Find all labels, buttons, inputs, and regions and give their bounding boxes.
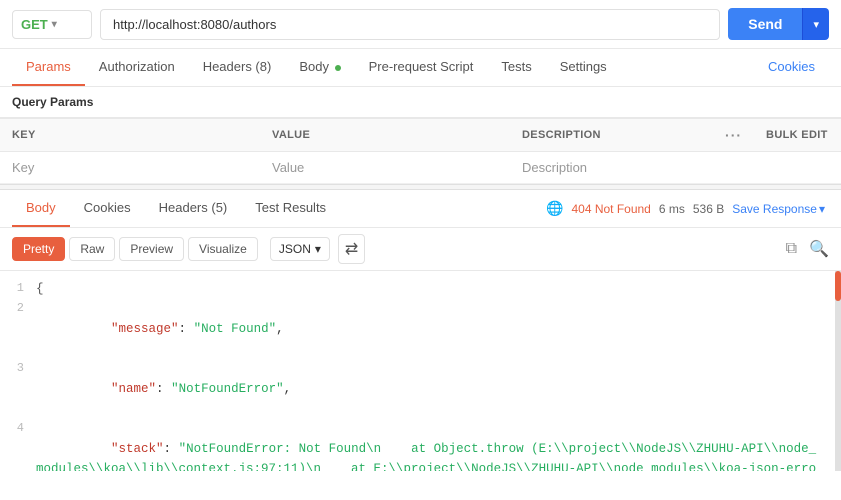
- save-response-button[interactable]: Save Response ▾: [732, 202, 825, 216]
- globe-icon: 🌐: [546, 200, 563, 217]
- code-line-2: 2 "message": "Not Found",: [0, 299, 841, 359]
- param-key-input[interactable]: [12, 160, 248, 175]
- line-number: 1: [0, 279, 36, 298]
- tab-settings[interactable]: Settings: [546, 49, 621, 86]
- scroll-thumb[interactable]: [835, 271, 841, 301]
- param-desc-input[interactable]: [522, 160, 701, 175]
- line-number: 3: [0, 359, 36, 378]
- send-button-group: Send ▾: [728, 8, 829, 40]
- param-key-cell[interactable]: [0, 152, 260, 184]
- param-value-input[interactable]: [272, 160, 498, 175]
- params-table: KEY VALUE DESCRIPTION ··· Bulk Edit: [0, 118, 841, 184]
- json-chevron-icon: ▾: [315, 242, 321, 256]
- visualize-button[interactable]: Visualize: [188, 237, 258, 261]
- request-tabs: Params Authorization Headers (8) Body Pr…: [0, 49, 841, 87]
- col-header-value: VALUE: [260, 119, 510, 152]
- line-number: 2: [0, 299, 36, 318]
- col-header-dots: ···: [713, 119, 754, 152]
- format-bar: Pretty Raw Preview Visualize JSON ▾ ⇄ ⧉ …: [0, 228, 841, 271]
- pretty-button[interactable]: Pretty: [12, 237, 65, 261]
- response-size: 536 B: [693, 202, 724, 216]
- line-content: "stack": "NotFoundError: Not Found\n at …: [36, 419, 841, 471]
- response-tab-test-results[interactable]: Test Results: [241, 190, 340, 227]
- send-button[interactable]: Send: [728, 8, 802, 40]
- response-tabs: Body Cookies Headers (5) Test Results 🌐 …: [0, 190, 841, 228]
- more-options-icon[interactable]: ···: [725, 127, 742, 143]
- tab-tests[interactable]: Tests: [487, 49, 545, 86]
- copy-icon[interactable]: ⧉: [786, 240, 797, 258]
- table-header-row: KEY VALUE DESCRIPTION ··· Bulk Edit: [0, 119, 841, 152]
- col-header-key: KEY: [0, 119, 260, 152]
- line-number: 4: [0, 419, 36, 438]
- preview-button[interactable]: Preview: [119, 237, 184, 261]
- param-bulk-cell: [754, 152, 841, 184]
- code-line-4: 4 "stack": "NotFoundError: Not Found\n a…: [0, 419, 841, 471]
- scrollbar[interactable]: [835, 271, 841, 471]
- query-params-title: Query Params: [0, 87, 841, 118]
- tab-authorization[interactable]: Authorization: [85, 49, 189, 86]
- json-format-selector[interactable]: JSON ▾: [270, 237, 330, 261]
- table-row: [0, 152, 841, 184]
- response-tab-body[interactable]: Body: [12, 190, 70, 227]
- method-selector[interactable]: GET ▾: [12, 10, 92, 39]
- line-content: "name": "NotFoundError",: [36, 359, 841, 419]
- response-code-block: 1 { 2 "message": "Not Found", 3 "name": …: [0, 271, 841, 471]
- tab-params[interactable]: Params: [12, 49, 85, 86]
- method-chevron-icon: ▾: [52, 19, 57, 30]
- body-dot: [335, 65, 341, 71]
- response-tab-cookies[interactable]: Cookies: [70, 190, 145, 227]
- raw-button[interactable]: Raw: [69, 237, 115, 261]
- response-time: 6 ms: [659, 202, 685, 216]
- wrap-button[interactable]: ⇄: [338, 234, 365, 264]
- tab-headers[interactable]: Headers (8): [189, 49, 286, 86]
- search-icon[interactable]: 🔍: [809, 239, 829, 259]
- status-badge: 404 Not Found: [571, 202, 650, 216]
- tab-body[interactable]: Body: [285, 49, 354, 86]
- response-tab-headers[interactable]: Headers (5): [145, 190, 242, 227]
- tab-cookies[interactable]: Cookies: [754, 49, 829, 86]
- tab-prerequest[interactable]: Pre-request Script: [355, 49, 488, 86]
- col-header-desc: DESCRIPTION: [510, 119, 713, 152]
- code-line-1: 1 {: [0, 279, 841, 299]
- param-actions-cell: [713, 152, 754, 184]
- method-label: GET: [21, 17, 48, 32]
- send-dropdown-button[interactable]: ▾: [802, 8, 829, 40]
- response-meta: 🌐 404 Not Found 6 ms 536 B Save Response…: [546, 200, 829, 217]
- url-input[interactable]: [100, 9, 720, 40]
- line-content: {: [36, 279, 841, 299]
- param-desc-cell[interactable]: [510, 152, 713, 184]
- param-value-cell[interactable]: [260, 152, 510, 184]
- code-line-3: 3 "name": "NotFoundError",: [0, 359, 841, 419]
- col-header-bulk[interactable]: Bulk Edit: [754, 119, 841, 152]
- request-bar: GET ▾ Send ▾: [0, 0, 841, 49]
- line-content: "message": "Not Found",: [36, 299, 841, 359]
